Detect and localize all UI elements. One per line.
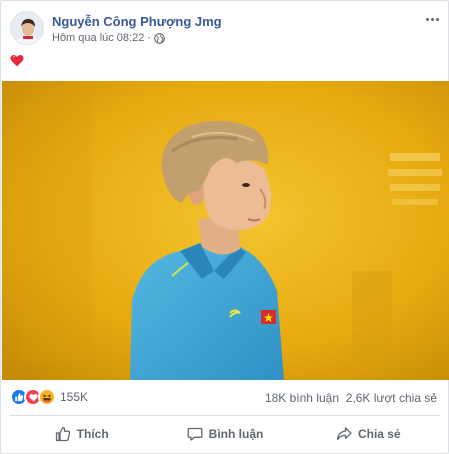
share-label: Chia sẻ bbox=[357, 427, 401, 441]
player-photo bbox=[2, 81, 449, 380]
like-button[interactable]: Thích bbox=[10, 420, 153, 448]
more-dot bbox=[435, 17, 439, 21]
post-timestamp[interactable]: Hôm qua lúc 08:22 bbox=[52, 32, 144, 44]
post-header: Nguyễn Công Phượng Jmg Hôm qua lúc 08:22… bbox=[10, 11, 442, 51]
like-label: Thích bbox=[76, 427, 109, 441]
avatar-photo bbox=[11, 12, 43, 44]
more-dot bbox=[425, 17, 429, 21]
author-name[interactable]: Nguyễn Công Phượng Jmg bbox=[52, 14, 222, 29]
divider bbox=[10, 415, 440, 416]
red-heart-emoji-icon bbox=[10, 55, 24, 67]
comments-count[interactable]: 18K bình luận bbox=[265, 391, 339, 405]
more-options-icon[interactable] bbox=[422, 11, 442, 27]
share-button[interactable]: Chia sẻ bbox=[297, 420, 440, 448]
post-photo[interactable] bbox=[2, 81, 449, 380]
action-bar: Thích Bình luận Chia sẻ bbox=[10, 420, 440, 448]
share-icon bbox=[336, 426, 352, 442]
avatar[interactable] bbox=[10, 11, 44, 45]
post-meta: Hôm qua lúc 08:22 · bbox=[52, 32, 165, 44]
meta-separator: · bbox=[147, 32, 152, 44]
shares-count[interactable]: 2,6K lượt chia sẻ bbox=[346, 391, 437, 405]
haha-reaction-icon bbox=[38, 388, 56, 406]
comment-icon bbox=[187, 426, 203, 442]
post-card: Nguyễn Công Phượng Jmg Hôm qua lúc 08:22… bbox=[0, 0, 449, 454]
post-caption bbox=[10, 54, 30, 72]
reaction-count: 155K bbox=[60, 390, 89, 404]
comment-label: Bình luận bbox=[208, 427, 264, 441]
thumbs-up-icon bbox=[55, 426, 71, 442]
post-stats: 155K 18K bình luận 2,6K lượt chia sẻ bbox=[10, 387, 442, 407]
reaction-summary[interactable]: 155K bbox=[10, 388, 88, 406]
globe-icon[interactable] bbox=[154, 32, 165, 44]
more-dot bbox=[430, 17, 434, 21]
comment-button[interactable]: Bình luận bbox=[153, 420, 296, 448]
